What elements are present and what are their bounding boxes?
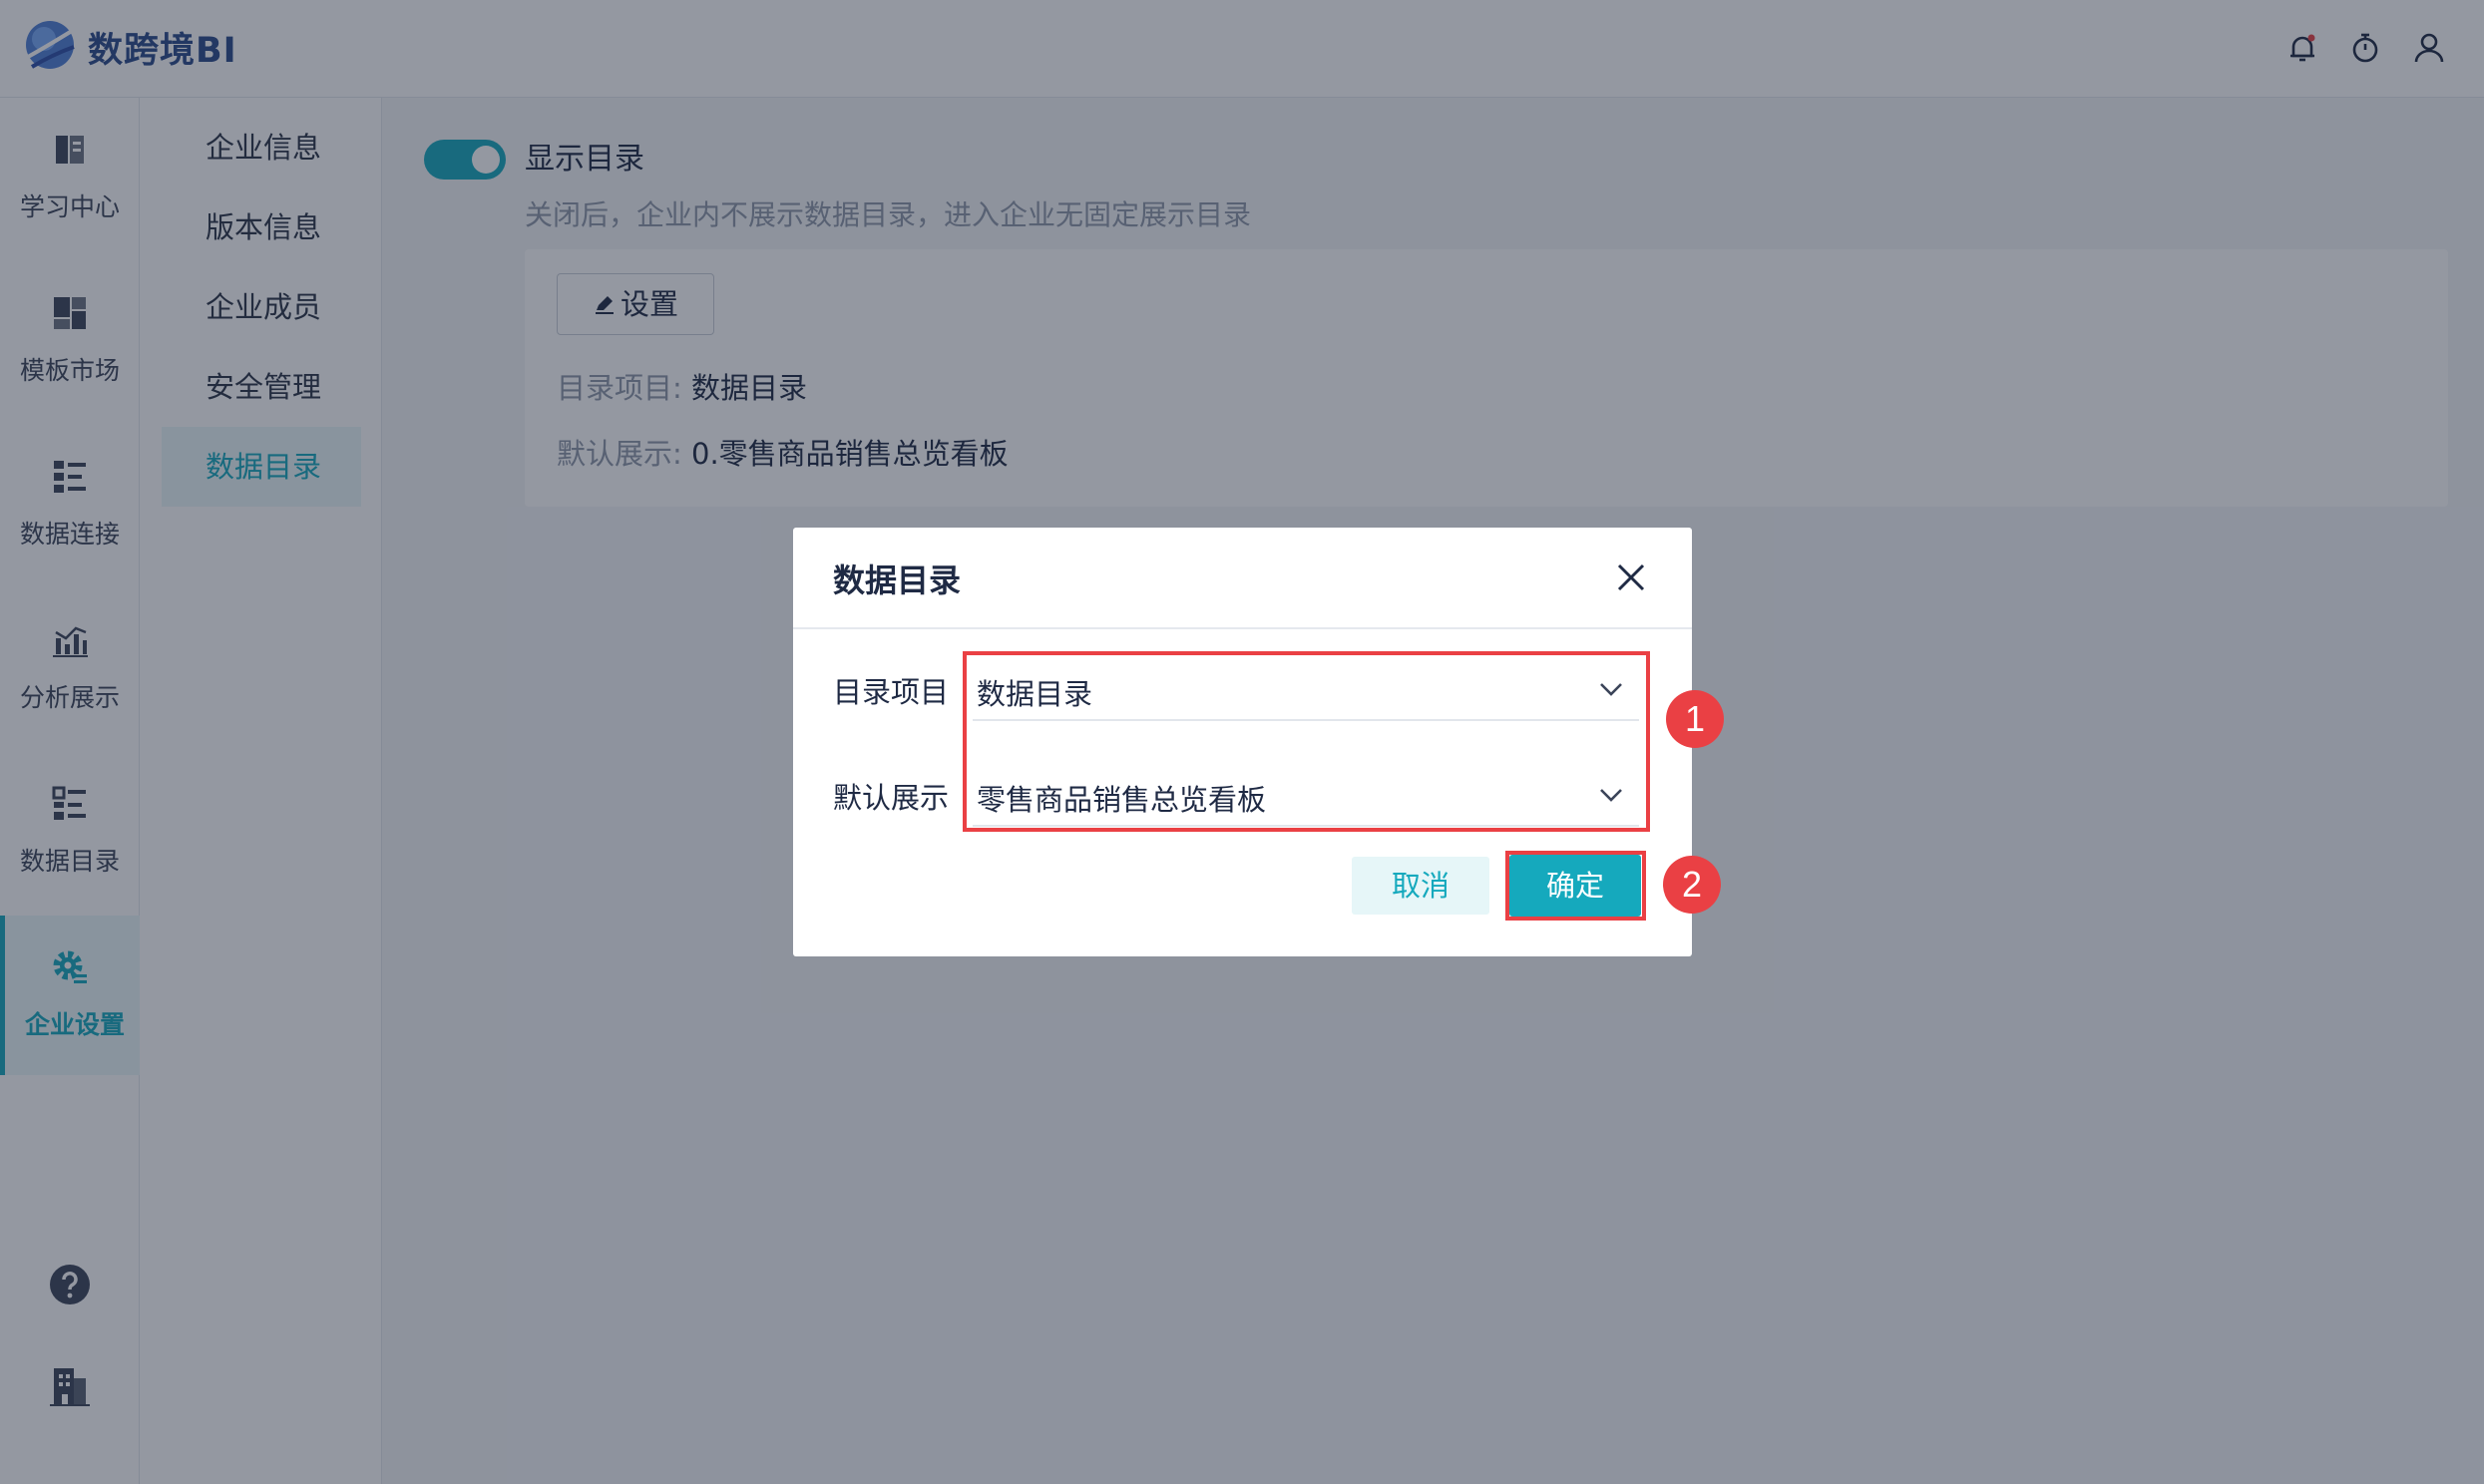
cancel-button[interactable]: 取消	[1352, 857, 1489, 915]
default-display-label: 默认展示	[833, 781, 950, 815]
highlight-box-fields	[963, 651, 1650, 832]
dialog-title: 数据目录	[833, 561, 962, 599]
catalog-item-label: 目录项目	[833, 675, 950, 709]
close-icon[interactable]	[1613, 559, 1649, 595]
annotation-badge-2: 2	[1663, 856, 1721, 914]
dialog-divider	[793, 627, 1692, 629]
annotation-badge-1: 1	[1666, 690, 1724, 748]
highlight-box-confirm	[1505, 851, 1646, 921]
data-catalog-dialog: 数据目录 目录项目 数据目录 默认展示 零售商品销售总览看板 取消 确定	[793, 528, 1692, 956]
